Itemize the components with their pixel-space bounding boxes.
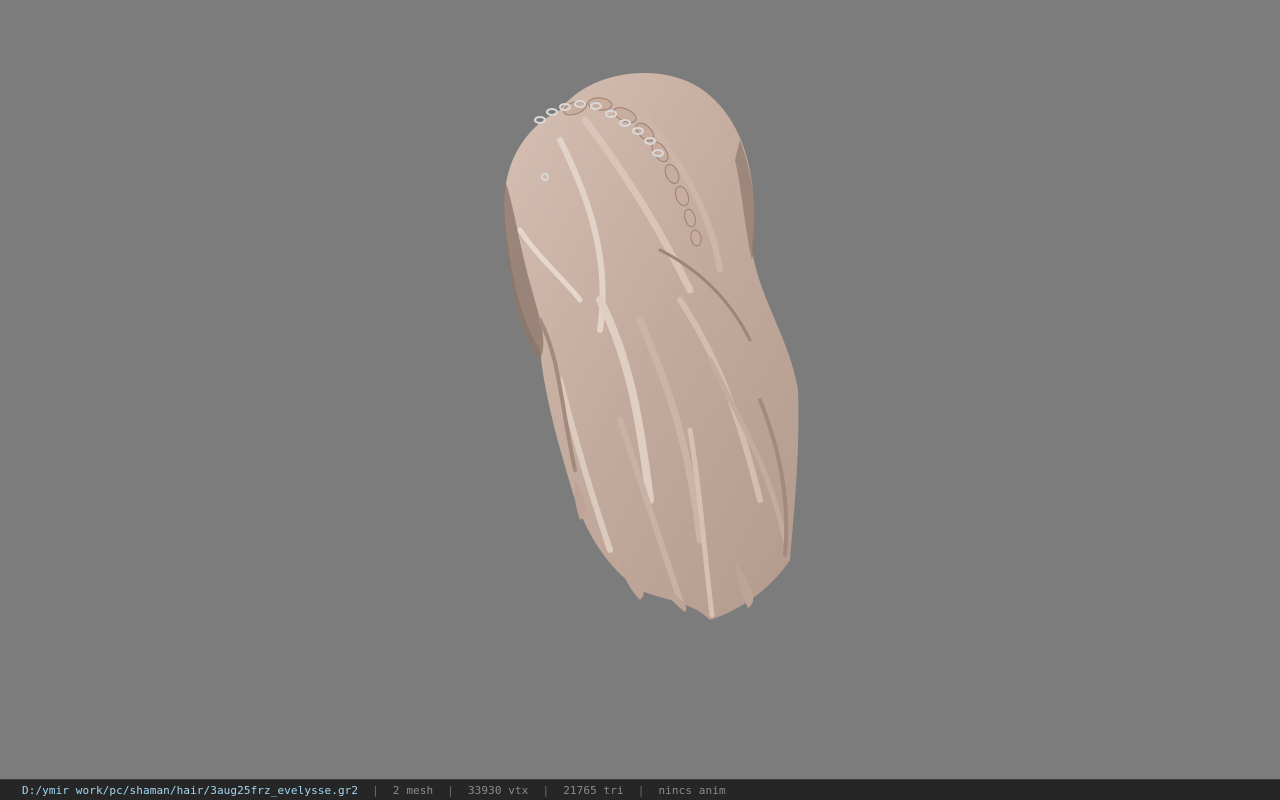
- separator: |: [372, 783, 379, 797]
- vertex-count: 33930 vtx: [467, 783, 529, 797]
- status-bar: D:/ymir work/pc/shaman/hair/3aug25frz_ev…: [0, 779, 1280, 800]
- mesh-count: 2 mesh: [392, 783, 434, 797]
- separator: |: [447, 783, 454, 797]
- separator: |: [637, 783, 645, 797]
- separator: |: [542, 783, 550, 797]
- animation-status: nincs anim: [658, 783, 726, 797]
- file-path: D:/ymir work/pc/shaman/hair/3aug25frz_ev…: [22, 783, 359, 797]
- 3d-viewport[interactable]: [0, 0, 1280, 779]
- model-viewer-window: D:/ymir work/pc/shaman/hair/3aug25frz_ev…: [0, 0, 1280, 800]
- hair-model[interactable]: [0, 0, 1280, 779]
- triangle-count: 21765 tri: [563, 783, 624, 797]
